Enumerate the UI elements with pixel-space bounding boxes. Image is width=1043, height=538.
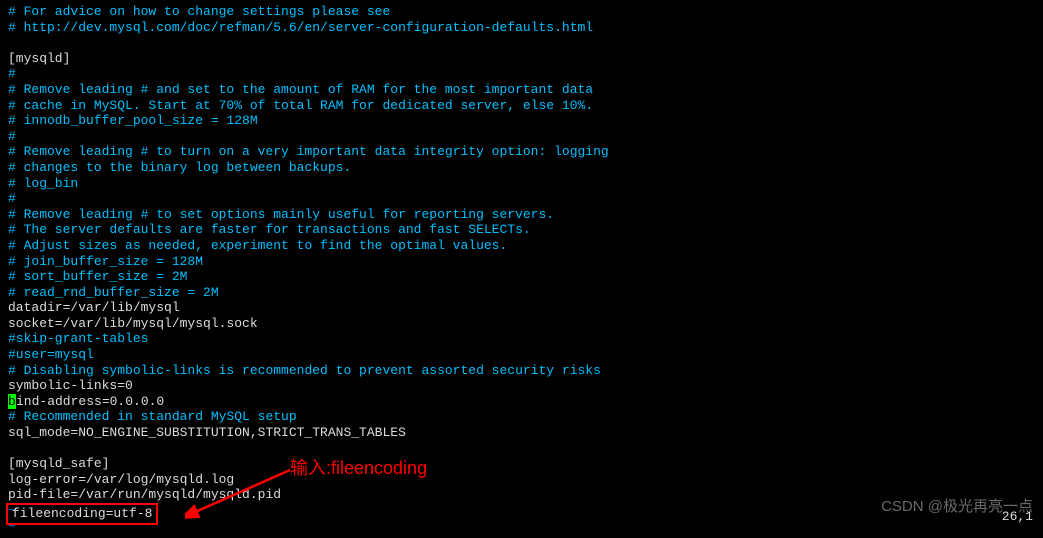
terminal-line: # sort_buffer_size = 2M xyxy=(8,269,1035,285)
vim-command-line[interactable]: fileencoding=utf-8 xyxy=(6,503,158,525)
terminal-line: # Remove leading # to turn on a very imp… xyxy=(8,144,1035,160)
terminal-line xyxy=(8,35,1035,51)
terminal-line: # Recommended in standard MySQL setup xyxy=(8,409,1035,425)
terminal-line: # The server defaults are faster for tra… xyxy=(8,222,1035,238)
terminal-output: # For advice on how to change settings p… xyxy=(0,0,1043,538)
terminal-line: [mysqld_safe] xyxy=(8,456,1035,472)
terminal-line: #user=mysql xyxy=(8,347,1035,363)
terminal-line: socket=/var/lib/mysql/mysql.sock xyxy=(8,316,1035,332)
terminal-line: # cache in MySQL. Start at 70% of total … xyxy=(8,98,1035,114)
terminal-line: symbolic-links=0 xyxy=(8,378,1035,394)
terminal-line: # innodb_buffer_pool_size = 128M xyxy=(8,113,1035,129)
terminal-line: # Adjust sizes as needed, experiment to … xyxy=(8,238,1035,254)
terminal-line: sql_mode=NO_ENGINE_SUBSTITUTION,STRICT_T… xyxy=(8,425,1035,441)
terminal-line xyxy=(8,441,1035,457)
terminal-line: # Disabling symbolic-links is recommende… xyxy=(8,363,1035,379)
terminal-line: # Remove leading # and set to the amount… xyxy=(8,82,1035,98)
terminal-line: # http://dev.mysql.com/doc/refman/5.6/en… xyxy=(8,20,1035,36)
cursor-position: 26,1 xyxy=(1002,509,1033,525)
terminal-line: # xyxy=(8,66,1035,82)
terminal-line: ~ xyxy=(8,519,1035,535)
annotation-label: 输入:fileencoding xyxy=(290,458,427,480)
terminal-line: datadir=/var/lib/mysql xyxy=(8,300,1035,316)
terminal-line: # log_bin xyxy=(8,176,1035,192)
terminal-line: # join_buffer_size = 128M xyxy=(8,254,1035,270)
terminal-line: # xyxy=(8,191,1035,207)
terminal-line: # xyxy=(8,129,1035,145)
terminal-line: #skip-grant-tables xyxy=(8,331,1035,347)
terminal-line: # changes to the binary log between back… xyxy=(8,160,1035,176)
terminal-line: # Remove leading # to set options mainly… xyxy=(8,207,1035,223)
terminal-line: bind-address=0.0.0.0 xyxy=(8,394,1035,410)
terminal-line: log-error=/var/log/mysqld.log xyxy=(8,472,1035,488)
terminal-line: # For advice on how to change settings p… xyxy=(8,4,1035,20)
terminal-line: # read_rnd_buffer_size = 2M xyxy=(8,285,1035,301)
terminal-line: [mysqld] xyxy=(8,51,1035,67)
